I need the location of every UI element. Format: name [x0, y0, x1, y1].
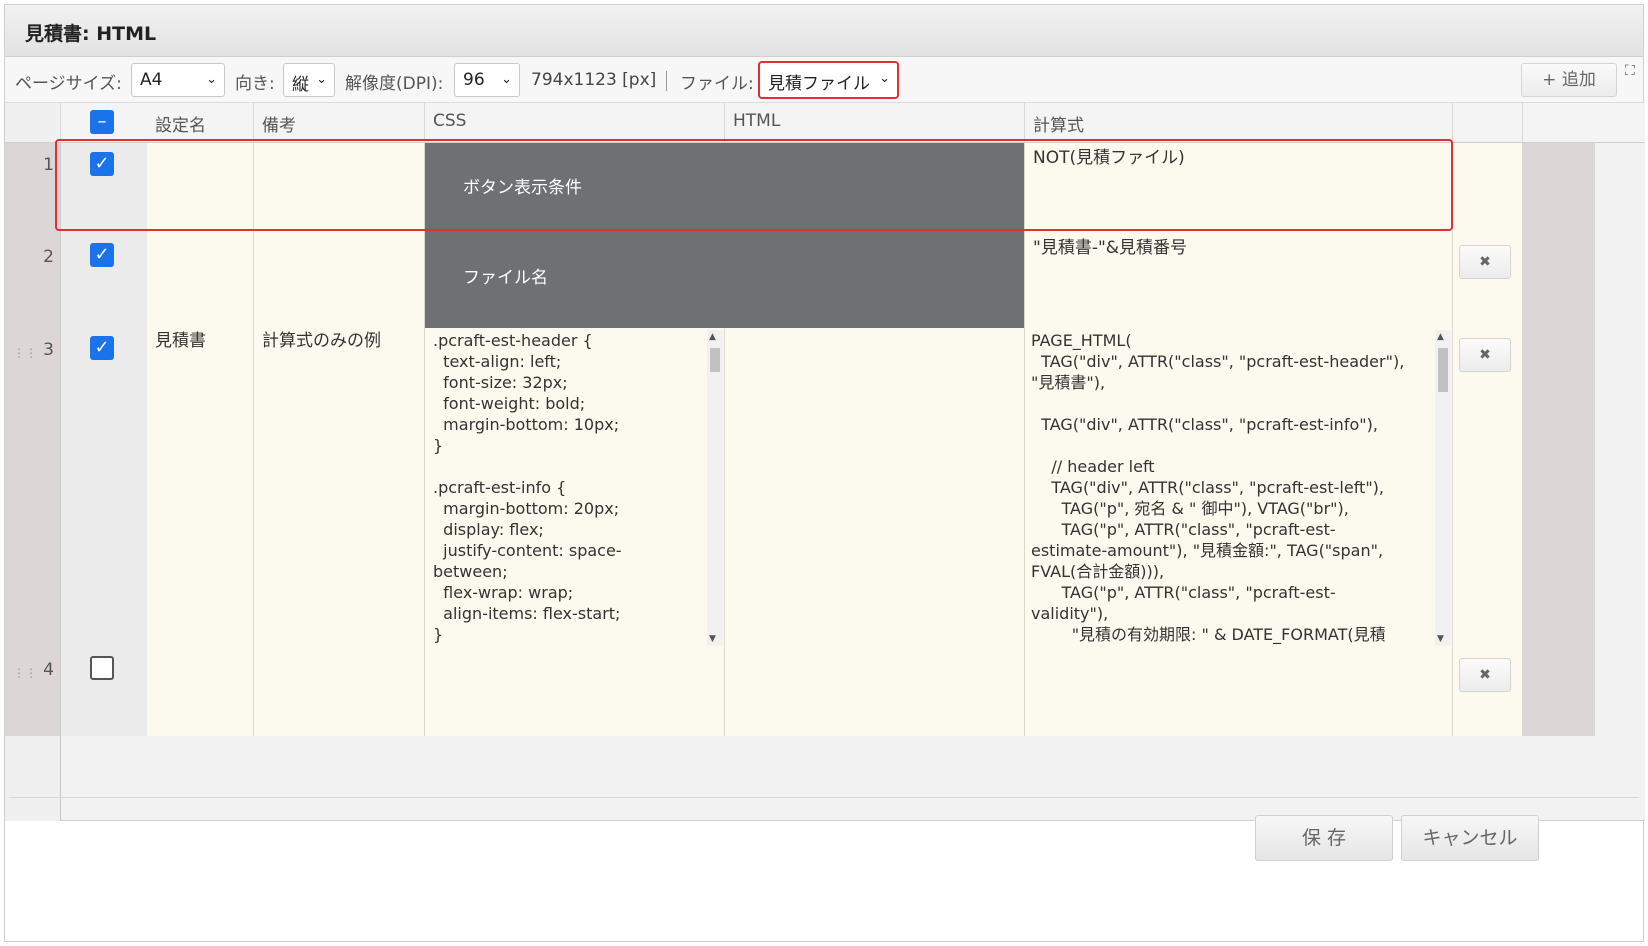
- row-checkbox[interactable]: [90, 656, 114, 680]
- setting-name-cell[interactable]: [147, 143, 254, 235]
- header-formula[interactable]: 計算式: [1025, 103, 1453, 143]
- row-action-cell: ✖: [1453, 235, 1523, 328]
- estimate-html-dialog: 見積書: HTML ページサイズ: A4 ⌄ 向き: 縦 ⌄ 解像度(DPI):…: [4, 4, 1645, 942]
- row-action-cell: ✖: [1453, 328, 1523, 648]
- html-cell[interactable]: [725, 648, 1025, 736]
- save-button[interactable]: 保 存: [1255, 815, 1393, 861]
- page-dimensions: 794x1123 [px]: [531, 70, 657, 90]
- add-button[interactable]: + 追加: [1521, 63, 1617, 97]
- chevron-down-icon: ⌄: [316, 72, 327, 87]
- scroll-thumb[interactable]: [710, 348, 720, 372]
- drag-handle-icon[interactable]: ⋮⋮: [13, 346, 37, 360]
- cancel-button[interactable]: キャンセル: [1401, 815, 1539, 861]
- header-filler: [1523, 103, 1645, 143]
- rownum-filler: [5, 736, 61, 821]
- select-all-checkbox[interactable]: –: [90, 110, 114, 134]
- table-row: 3 ⋮⋮ ✓ 見積書 計算式のみの例 .pcraft-est-header { …: [5, 328, 1595, 648]
- scroll-up-icon[interactable]: ▲: [709, 332, 716, 342]
- page-size-value: A4: [140, 70, 163, 90]
- row-number: 3: [5, 328, 61, 648]
- scroll-down-icon[interactable]: ▼: [709, 634, 716, 644]
- file-value: 見積ファイル: [768, 74, 870, 94]
- chevron-down-icon: ⌄: [206, 72, 217, 87]
- dialog-title: 見積書: HTML: [25, 23, 157, 45]
- scroll-down-icon[interactable]: ▼: [1437, 634, 1444, 644]
- header-rownum: [5, 103, 61, 143]
- header-html[interactable]: HTML: [725, 103, 1025, 143]
- orientation-value: 縦: [292, 75, 309, 95]
- html-cell[interactable]: [725, 328, 1025, 648]
- page-size-select[interactable]: A4 ⌄: [131, 63, 225, 97]
- scroll-up-icon[interactable]: ▲: [1437, 332, 1444, 342]
- header-setting-name[interactable]: 設定名: [147, 103, 254, 143]
- table-row: 4 ⋮⋮ ✖: [5, 648, 1595, 736]
- header-css[interactable]: CSS: [425, 103, 725, 143]
- table-row: 2 ✓ ファイル名 "見積書-"&見積番号 ✖: [5, 235, 1595, 328]
- note-cell[interactable]: [254, 235, 425, 328]
- row-action-cell: ✖: [1453, 648, 1523, 736]
- formula-cell[interactable]: PAGE_HTML( TAG("div", ATTR("class", "pcr…: [1025, 328, 1453, 648]
- page-size-label: ページサイズ:: [15, 74, 122, 94]
- formula-scrollbar[interactable]: ▲ ▼: [1435, 330, 1451, 646]
- header-note[interactable]: 備考: [254, 103, 425, 143]
- row-check-cell: [61, 648, 155, 736]
- dpi-value: 96: [463, 70, 485, 90]
- row-number: 2: [5, 235, 61, 328]
- header-select-all: –: [61, 103, 155, 143]
- expand-icon[interactable]: ⛶: [1625, 63, 1635, 79]
- row-trailer: [1523, 143, 1595, 235]
- chevron-down-icon: ⌄: [501, 72, 512, 87]
- row-trailer: [1523, 235, 1595, 328]
- chevron-down-icon: ⌄: [879, 71, 890, 86]
- toolbar-separator: [666, 71, 667, 91]
- row-action-cell: [1453, 143, 1523, 235]
- row-check-cell: ✓: [61, 328, 155, 648]
- css-cell[interactable]: .pcraft-est-header { text-align: left; f…: [425, 328, 725, 648]
- row-number: 4: [5, 648, 61, 736]
- row-check-cell: ✓: [61, 235, 155, 328]
- header-actions: [1453, 103, 1523, 143]
- title-bar[interactable]: 見積書: HTML: [5, 5, 1643, 57]
- formula-cell[interactable]: NOT(見積ファイル): [1025, 143, 1453, 235]
- setting-name-cell[interactable]: [147, 648, 254, 736]
- footer-divider: [9, 797, 1639, 798]
- row-checkbox[interactable]: ✓: [90, 152, 114, 176]
- toolbar: ページサイズ: A4 ⌄ 向き: 縦 ⌄ 解像度(DPI): 96 ⌄ 794x…: [5, 57, 1643, 103]
- setting-name-cell[interactable]: [147, 235, 254, 328]
- drag-handle-icon[interactable]: ⋮⋮: [13, 666, 37, 680]
- row-checkbox[interactable]: ✓: [90, 336, 114, 360]
- html-preview-cell[interactable]: ボタン表示条件: [425, 143, 1025, 235]
- row-check-cell: ✓: [61, 143, 155, 235]
- dpi-label: 解像度(DPI):: [345, 74, 444, 94]
- delete-row-button[interactable]: ✖: [1459, 245, 1511, 279]
- file-label: ファイル:: [680, 74, 754, 94]
- scroll-thumb[interactable]: [1438, 348, 1448, 392]
- formula-cell[interactable]: "見積書-"&見積番号: [1025, 235, 1453, 328]
- orientation-label: 向き:: [235, 74, 275, 94]
- html-preview-cell[interactable]: ファイル名: [425, 235, 1025, 328]
- settings-grid: – 設定名 備考 CSS HTML 計算式 1 ✓ ボタン表示条件 NOT(見積…: [5, 103, 1645, 821]
- delete-row-button[interactable]: ✖: [1459, 658, 1511, 692]
- setting-name-cell[interactable]: 見積書: [147, 328, 254, 648]
- formula-cell[interactable]: [1025, 648, 1453, 736]
- table-row: 1 ✓ ボタン表示条件 NOT(見積ファイル): [5, 143, 1595, 235]
- file-select[interactable]: 見積ファイル ⌄: [758, 61, 899, 99]
- note-cell[interactable]: [254, 143, 425, 235]
- orientation-select[interactable]: 縦 ⌄: [283, 63, 335, 97]
- delete-row-button[interactable]: ✖: [1459, 338, 1511, 372]
- css-cell[interactable]: [425, 648, 725, 736]
- row-trailer: [1523, 648, 1595, 736]
- note-cell[interactable]: [254, 648, 425, 736]
- row-trailer: [1523, 328, 1595, 648]
- css-scrollbar[interactable]: ▲ ▼: [707, 330, 723, 646]
- note-cell[interactable]: 計算式のみの例: [254, 328, 425, 648]
- row-checkbox[interactable]: ✓: [90, 243, 114, 267]
- dpi-select[interactable]: 96 ⌄: [454, 63, 520, 97]
- row-number: 1: [5, 143, 61, 235]
